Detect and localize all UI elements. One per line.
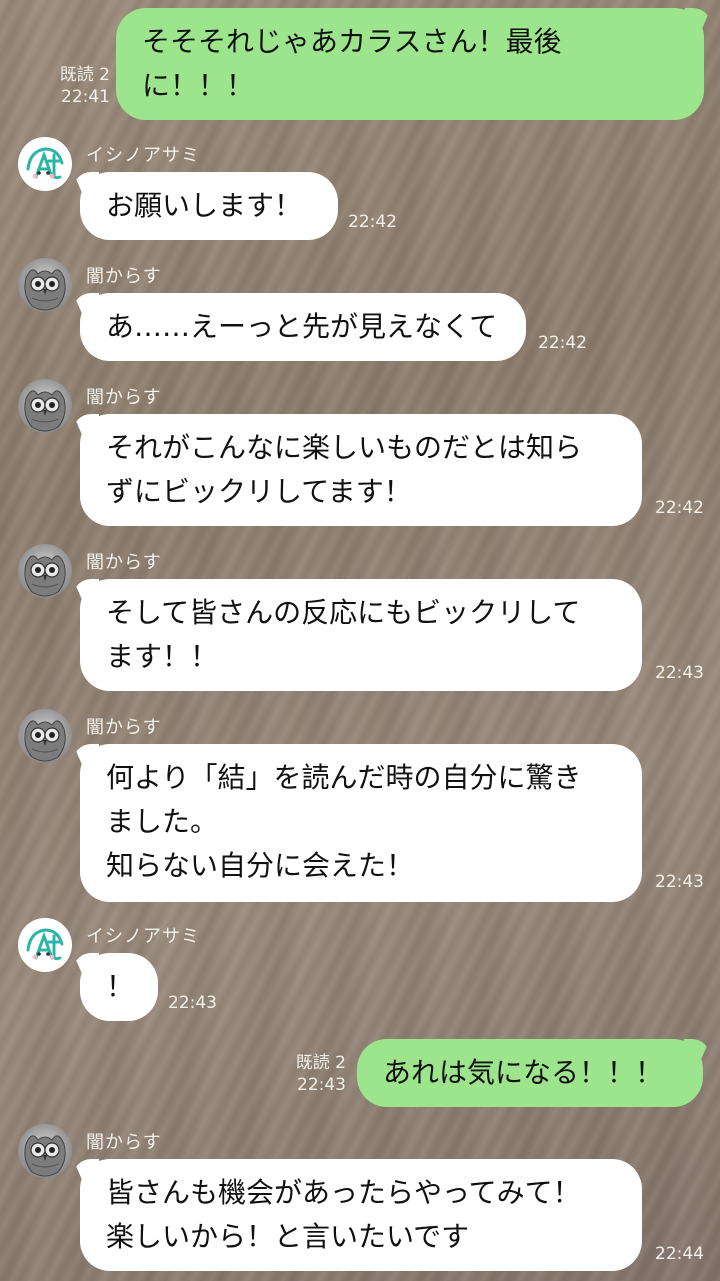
message-bubble[interactable]: 皆さんも機会があったらやってみて！ 楽しいから！と言いたいです xyxy=(80,1159,642,1271)
message-bubble[interactable]: あ……えーっと先が見えなくて xyxy=(80,293,526,361)
message-bubble[interactable]: そそそれじゃあカラスさん！最後 に！！！ xyxy=(116,8,704,120)
read-receipt: 既読 2 22:41 xyxy=(20,64,110,108)
message-bubble[interactable]: 何より「結」を読んだ時の自分に驚き ました。 知らない自分に会えた！ xyxy=(80,744,642,902)
owl-avatar-icon[interactable] xyxy=(18,379,72,433)
chat-timeline[interactable]: 既読 2 22:41 そそそれじゃあカラスさん！最後 に！！！ イシノアサミ お… xyxy=(0,0,720,1281)
message-time: 22:44 xyxy=(655,1244,704,1264)
sender-name: イシノアサミ xyxy=(86,926,200,947)
message-bubble[interactable]: それがこんなに楽しいものだとは知ら ずにビックリしてます！ xyxy=(80,414,642,526)
sender-name: 闇からす xyxy=(86,387,162,408)
sender-name: 闇からす xyxy=(86,1132,162,1153)
sender-name: 闇からす xyxy=(86,552,162,573)
message-time: 22:43 xyxy=(655,872,704,892)
owl-avatar-icon[interactable] xyxy=(18,1124,72,1178)
message-time: 22:42 xyxy=(655,498,704,518)
owl-avatar-icon[interactable] xyxy=(18,258,72,312)
asami-avatar-icon[interactable] xyxy=(18,918,72,972)
message-bubble[interactable]: ！ xyxy=(80,953,158,1021)
read-label: 既読 2 xyxy=(295,1053,346,1073)
read-receipt: 既読 2 22:43 xyxy=(256,1052,346,1096)
message-bubble[interactable]: あれは気になる！！！ xyxy=(357,1039,703,1107)
sender-name: 闇からす xyxy=(86,717,162,738)
message-time: 22:43 xyxy=(655,663,704,683)
message-bubble[interactable]: そして皆さんの反応にもビックリして ます！！ xyxy=(80,579,642,691)
message-time: 22:41 xyxy=(61,87,110,107)
owl-avatar-icon[interactable] xyxy=(18,709,72,763)
message-bubble[interactable]: お願いします！ xyxy=(80,172,338,240)
message-time: 22:43 xyxy=(297,1075,346,1095)
asami-avatar-icon[interactable] xyxy=(18,137,72,191)
message-time: 22:42 xyxy=(348,212,397,232)
message-time: 22:42 xyxy=(538,333,587,353)
read-label: 既読 2 xyxy=(59,65,110,85)
owl-avatar-icon[interactable] xyxy=(18,544,72,598)
message-time: 22:43 xyxy=(168,993,217,1013)
sender-name: 闇からす xyxy=(86,266,162,287)
sender-name: イシノアサミ xyxy=(86,145,200,166)
